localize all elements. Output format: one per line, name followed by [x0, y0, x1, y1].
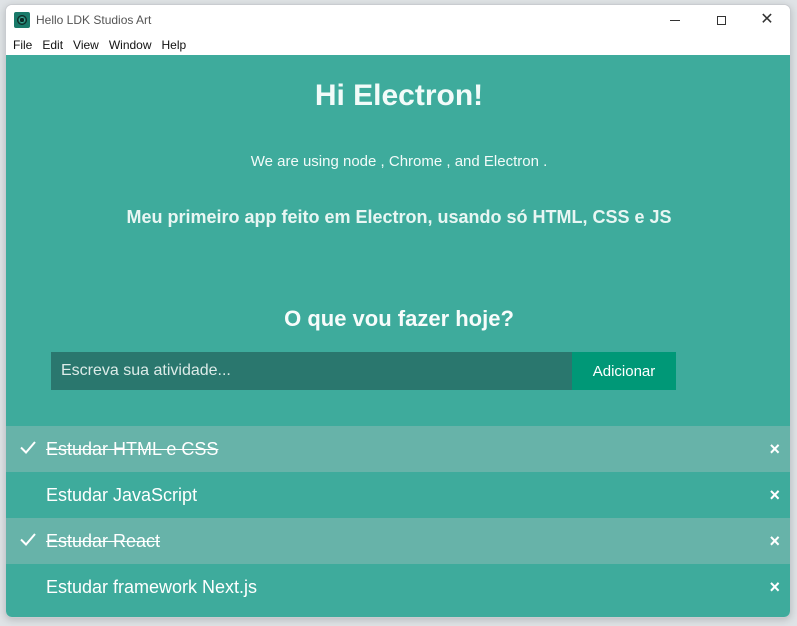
- tech-versions-text: We are using node , Chrome , and Electro…: [250, 153, 548, 170]
- list-item[interactable]: Estudar React ×: [6, 518, 790, 564]
- menu-item-edit[interactable]: Edit: [37, 35, 68, 55]
- delete-todo-icon[interactable]: ×: [769, 531, 780, 552]
- list-item[interactable]: Estudar JavaScript ×: [6, 472, 790, 518]
- task-input[interactable]: [51, 352, 572, 390]
- menu-item-window[interactable]: Window: [104, 35, 157, 55]
- menu-item-help[interactable]: Help: [157, 35, 192, 55]
- maximize-button[interactable]: [698, 5, 744, 35]
- add-task-form: Adicionar: [51, 352, 676, 390]
- menu-bar: File Edit View Window Help: [6, 35, 790, 55]
- app-content: Hi Electron! We are using node , Chrome …: [6, 55, 790, 617]
- menu-item-view[interactable]: View: [68, 35, 104, 55]
- minimize-button[interactable]: [652, 5, 698, 35]
- window-title: Hello LDK Studios Art: [36, 13, 152, 27]
- close-button[interactable]: ✕: [744, 5, 790, 35]
- todo-text: Estudar JavaScript: [46, 484, 198, 505]
- todo-text: Estudar HTML e CSS: [46, 438, 219, 459]
- todo-heading: O que vou fazer hoje?: [284, 306, 514, 331]
- app-logo-icon: [14, 12, 30, 28]
- menu-item-file[interactable]: File: [8, 35, 37, 55]
- minimize-icon: [670, 19, 680, 21]
- page-title: Hi Electron!: [314, 79, 484, 112]
- maximize-icon: [716, 15, 726, 25]
- close-icon: ✕: [760, 11, 774, 28]
- title-bar[interactable]: Hello LDK Studios Art ✕: [6, 5, 790, 35]
- check-icon: [20, 533, 36, 546]
- list-item[interactable]: Estudar HTML e CSS ×: [6, 426, 790, 472]
- app-window: Hello LDK Studios Art ✕ File Edit View W…: [5, 4, 791, 618]
- todo-text: Estudar framework Next.js: [46, 576, 258, 597]
- todo-text: Estudar React: [46, 530, 161, 551]
- delete-todo-icon[interactable]: ×: [769, 485, 780, 506]
- window-controls: ✕: [652, 5, 790, 35]
- check-icon: [20, 441, 36, 454]
- delete-todo-icon[interactable]: ×: [769, 577, 780, 598]
- add-task-button[interactable]: Adicionar: [572, 352, 676, 390]
- subtitle: Meu primeiro app feito em Electron, usan…: [126, 207, 672, 227]
- delete-todo-icon[interactable]: ×: [769, 439, 780, 460]
- todo-list: Estudar HTML e CSS × Estudar JavaScript × Es…: [6, 426, 790, 610]
- list-item[interactable]: Estudar framework Next.js ×: [6, 564, 790, 610]
